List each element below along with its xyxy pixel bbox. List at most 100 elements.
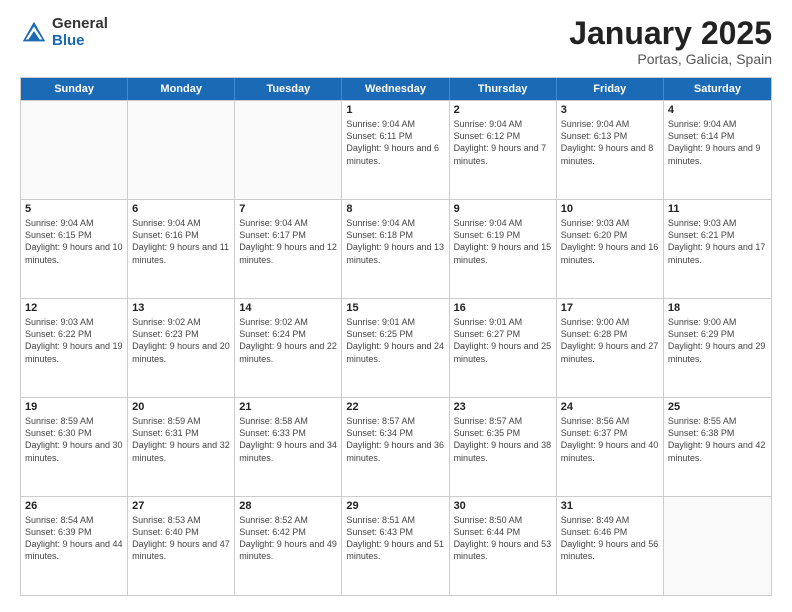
- logo-icon: [20, 19, 48, 47]
- header-day-saturday: Saturday: [664, 78, 771, 100]
- day-cell-4: 4 Sunrise: 9:04 AM Sunset: 6:14 PM Daylig…: [664, 101, 771, 199]
- day-number: 23: [454, 401, 552, 413]
- day-number: 3: [561, 104, 659, 116]
- day-info: Sunrise: 9:02 AM Sunset: 6:23 PM Dayligh…: [132, 316, 230, 365]
- day-cell-7: 7Sunrise: 9:04 AM Sunset: 6:17 PM Daylig…: [235, 200, 342, 298]
- day-cell-26: 26 Sunrise: 8:54 AM Sunset: 6:39 PM Dayli…: [21, 497, 128, 595]
- day-cell-31: 31 Sunrise: 8:49 AM Sunset: 6:46 PM Dayli…: [557, 497, 664, 595]
- day-cell-19: 19Sunrise: 8:59 AM Sunset: 6:30 PM Dayli…: [21, 398, 128, 496]
- calendar-header: SundayMondayTuesdayWednesdayThursdayFrid…: [21, 78, 771, 100]
- day-info: Sunrise: 9:03 AM Sunset: 6:22 PM Dayligh…: [25, 316, 123, 365]
- day-cell-5: 5 Sunrise: 9:04 AM Sunset: 6:15 PM Daylig…: [21, 200, 128, 298]
- header-day-monday: Monday: [128, 78, 235, 100]
- empty-cell-0-0: [21, 101, 128, 199]
- calendar-row-2: 12 Sunrise: 9:03 AM Sunset: 6:22 PM Dayli…: [21, 298, 771, 397]
- month-title: January 2025: [569, 16, 772, 51]
- day-number: 4: [668, 104, 767, 116]
- day-number: 28: [239, 500, 337, 512]
- day-number: 15: [346, 302, 444, 314]
- day-number: 29: [346, 500, 444, 512]
- day-info: Sunrise: 8:59 AM Sunset: 6:31 PM Dayligh…: [132, 415, 230, 464]
- day-info: Sunrise: 8:50 AM Sunset: 6:44 PM Dayligh…: [454, 514, 552, 563]
- day-info: Sunrise: 9:04 AM Sunset: 6:14 PM Dayligh…: [668, 118, 767, 167]
- calendar-row-3: 19Sunrise: 8:59 AM Sunset: 6:30 PM Dayli…: [21, 397, 771, 496]
- day-info: Sunrise: 8:57 AM Sunset: 6:34 PM Dayligh…: [346, 415, 444, 464]
- calendar-body: 1Sunrise: 9:04 AM Sunset: 6:11 PM Daylig…: [21, 100, 771, 595]
- day-info: Sunrise: 9:03 AM Sunset: 6:21 PM Dayligh…: [668, 217, 767, 266]
- calendar-row-0: 1Sunrise: 9:04 AM Sunset: 6:11 PM Daylig…: [21, 100, 771, 199]
- empty-cell-0-2: [235, 101, 342, 199]
- day-info: Sunrise: 8:57 AM Sunset: 6:35 PM Dayligh…: [454, 415, 552, 464]
- day-cell-28: 28Sunrise: 8:52 AM Sunset: 6:42 PM Dayli…: [235, 497, 342, 595]
- day-cell-13: 13 Sunrise: 9:02 AM Sunset: 6:23 PM Dayli…: [128, 299, 235, 397]
- day-cell-11: 11Sunrise: 9:03 AM Sunset: 6:21 PM Dayli…: [664, 200, 771, 298]
- page: General Blue January 2025 Portas, Galici…: [0, 0, 792, 612]
- calendar: SundayMondayTuesdayWednesdayThursdayFrid…: [20, 77, 772, 596]
- day-number: 10: [561, 203, 659, 215]
- day-cell-21: 21Sunrise: 8:58 AM Sunset: 6:33 PM Dayli…: [235, 398, 342, 496]
- day-number: 5: [25, 203, 123, 215]
- day-number: 24: [561, 401, 659, 413]
- logo-text: General Blue: [52, 16, 108, 49]
- day-number: 8: [346, 203, 444, 215]
- day-number: 17: [561, 302, 659, 314]
- day-number: 21: [239, 401, 337, 413]
- calendar-row-4: 26 Sunrise: 8:54 AM Sunset: 6:39 PM Dayli…: [21, 496, 771, 595]
- day-cell-30: 30 Sunrise: 8:50 AM Sunset: 6:44 PM Dayli…: [450, 497, 557, 595]
- logo-blue-text: Blue: [52, 33, 108, 50]
- day-info: Sunrise: 9:03 AM Sunset: 6:20 PM Dayligh…: [561, 217, 659, 266]
- day-number: 12: [25, 302, 123, 314]
- day-info: Sunrise: 9:04 AM Sunset: 6:19 PM Dayligh…: [454, 217, 552, 266]
- title-block: January 2025 Portas, Galicia, Spain: [569, 16, 772, 67]
- day-cell-3: 3 Sunrise: 9:04 AM Sunset: 6:13 PM Daylig…: [557, 101, 664, 199]
- day-number: 18: [668, 302, 767, 314]
- day-info: Sunrise: 9:04 AM Sunset: 6:13 PM Dayligh…: [561, 118, 659, 167]
- header-day-tuesday: Tuesday: [235, 78, 342, 100]
- day-info: Sunrise: 9:02 AM Sunset: 6:24 PM Dayligh…: [239, 316, 337, 365]
- header-day-friday: Friday: [557, 78, 664, 100]
- day-info: Sunrise: 8:56 AM Sunset: 6:37 PM Dayligh…: [561, 415, 659, 464]
- day-cell-20: 20 Sunrise: 8:59 AM Sunset: 6:31 PM Dayli…: [128, 398, 235, 496]
- day-cell-12: 12 Sunrise: 9:03 AM Sunset: 6:22 PM Dayli…: [21, 299, 128, 397]
- day-info: Sunrise: 8:53 AM Sunset: 6:40 PM Dayligh…: [132, 514, 230, 563]
- day-info: Sunrise: 9:04 AM Sunset: 6:12 PM Dayligh…: [454, 118, 552, 167]
- day-number: 20: [132, 401, 230, 413]
- day-cell-22: 22Sunrise: 8:57 AM Sunset: 6:34 PM Dayli…: [342, 398, 449, 496]
- empty-cell-0-1: [128, 101, 235, 199]
- day-cell-24: 24 Sunrise: 8:56 AM Sunset: 6:37 PM Dayli…: [557, 398, 664, 496]
- day-cell-18: 18 Sunrise: 9:00 AM Sunset: 6:29 PM Dayli…: [664, 299, 771, 397]
- day-cell-1: 1Sunrise: 9:04 AM Sunset: 6:11 PM Daylig…: [342, 101, 449, 199]
- day-cell-17: 17Sunrise: 9:00 AM Sunset: 6:28 PM Dayli…: [557, 299, 664, 397]
- day-info: Sunrise: 9:04 AM Sunset: 6:15 PM Dayligh…: [25, 217, 123, 266]
- day-cell-8: 8 Sunrise: 9:04 AM Sunset: 6:18 PM Daylig…: [342, 200, 449, 298]
- day-number: 27: [132, 500, 230, 512]
- calendar-row-1: 5 Sunrise: 9:04 AM Sunset: 6:15 PM Daylig…: [21, 199, 771, 298]
- day-info: Sunrise: 8:49 AM Sunset: 6:46 PM Dayligh…: [561, 514, 659, 563]
- day-number: 6: [132, 203, 230, 215]
- day-cell-27: 27 Sunrise: 8:53 AM Sunset: 6:40 PM Dayli…: [128, 497, 235, 595]
- day-number: 16: [454, 302, 552, 314]
- day-number: 2: [454, 104, 552, 116]
- day-info: Sunrise: 8:55 AM Sunset: 6:38 PM Dayligh…: [668, 415, 767, 464]
- day-info: Sunrise: 9:01 AM Sunset: 6:25 PM Dayligh…: [346, 316, 444, 365]
- day-info: Sunrise: 9:04 AM Sunset: 6:16 PM Dayligh…: [132, 217, 230, 266]
- day-number: 31: [561, 500, 659, 512]
- day-info: Sunrise: 9:01 AM Sunset: 6:27 PM Dayligh…: [454, 316, 552, 365]
- logo-general-text: General: [52, 16, 108, 33]
- day-info: Sunrise: 9:04 AM Sunset: 6:18 PM Dayligh…: [346, 217, 444, 266]
- day-number: 14: [239, 302, 337, 314]
- day-number: 1: [346, 104, 444, 116]
- day-cell-14: 14 Sunrise: 9:02 AM Sunset: 6:24 PM Dayli…: [235, 299, 342, 397]
- location-subtitle: Portas, Galicia, Spain: [569, 51, 772, 67]
- day-cell-16: 16 Sunrise: 9:01 AM Sunset: 6:27 PM Dayli…: [450, 299, 557, 397]
- day-cell-10: 10 Sunrise: 9:03 AM Sunset: 6:20 PM Dayli…: [557, 200, 664, 298]
- day-info: Sunrise: 8:54 AM Sunset: 6:39 PM Dayligh…: [25, 514, 123, 563]
- day-number: 13: [132, 302, 230, 314]
- day-cell-25: 25Sunrise: 8:55 AM Sunset: 6:38 PM Dayli…: [664, 398, 771, 496]
- day-number: 26: [25, 500, 123, 512]
- day-cell-29: 29Sunrise: 8:51 AM Sunset: 6:43 PM Dayli…: [342, 497, 449, 595]
- day-number: 30: [454, 500, 552, 512]
- empty-cell-4-6: [664, 497, 771, 595]
- day-info: Sunrise: 9:00 AM Sunset: 6:29 PM Dayligh…: [668, 316, 767, 365]
- day-number: 9: [454, 203, 552, 215]
